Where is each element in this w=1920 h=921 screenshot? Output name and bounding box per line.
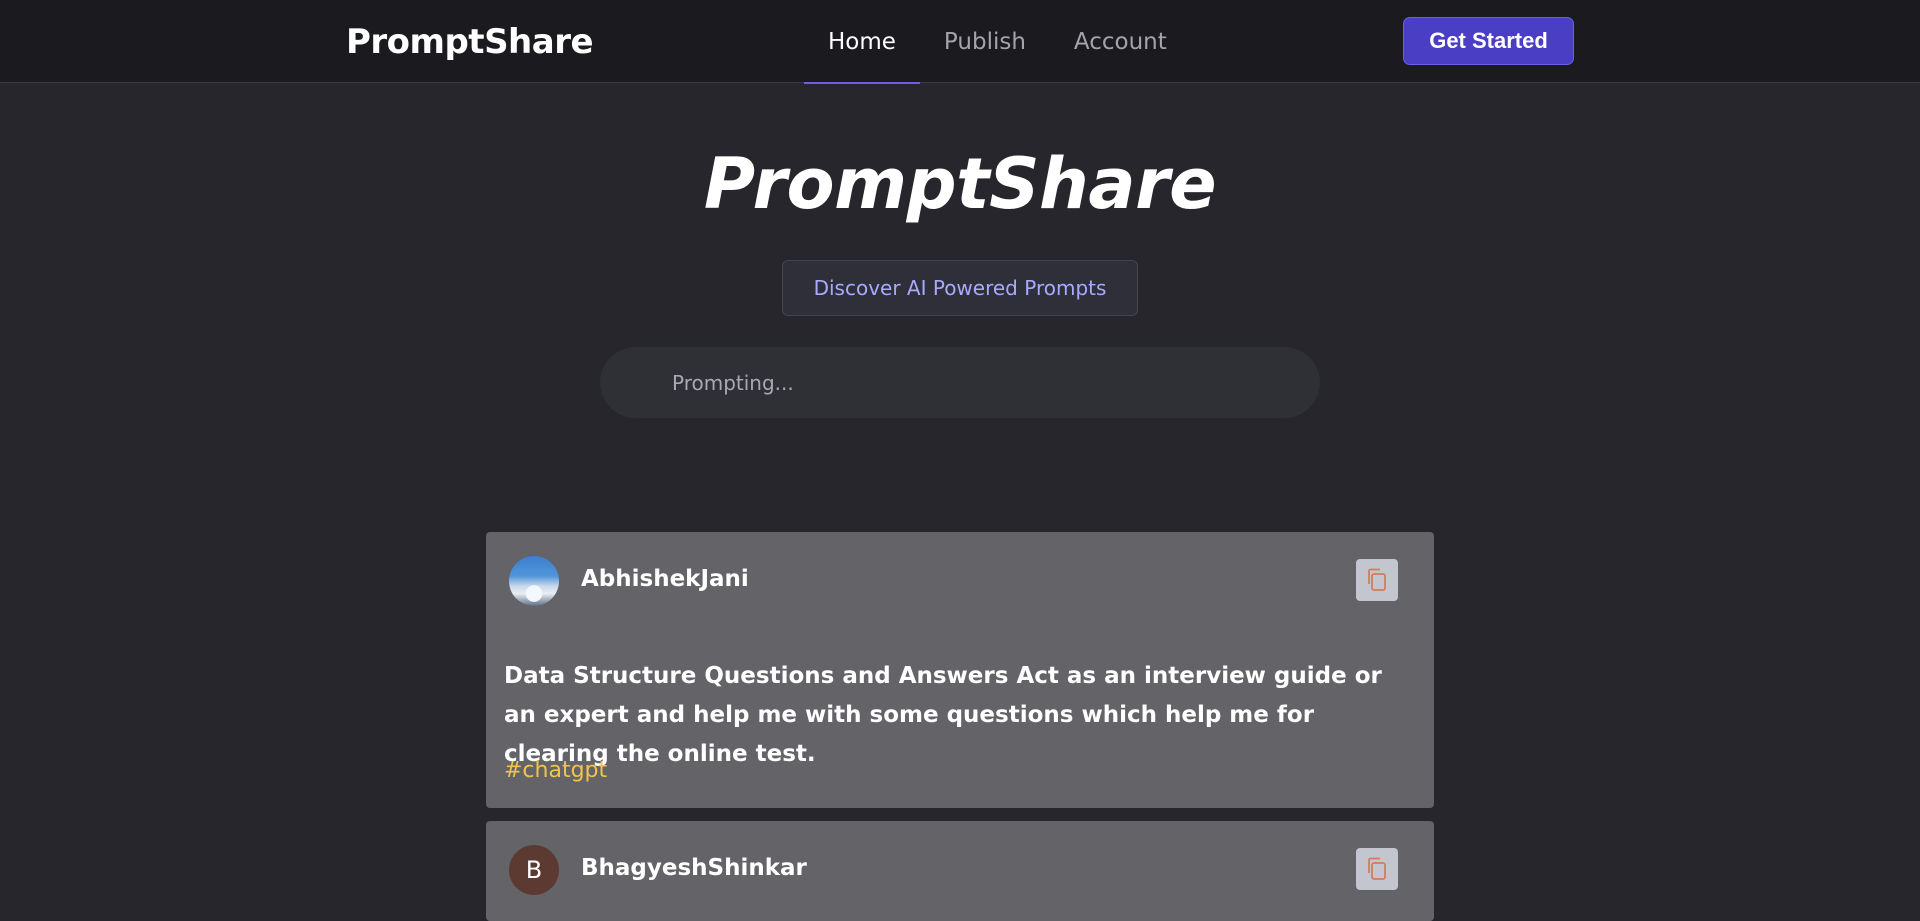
avatar[interactable] bbox=[509, 556, 559, 606]
post-username[interactable]: AbhishekJani bbox=[581, 566, 749, 592]
top-navbar: PromptShare Home Publish Account Get Sta… bbox=[0, 0, 1920, 84]
get-started-button[interactable]: Get Started bbox=[1403, 17, 1574, 65]
hero-title: PromptShare bbox=[703, 143, 1217, 225]
prompt-card: AbhishekJani Data Structure Questions an… bbox=[486, 532, 1434, 808]
brand-logo[interactable]: PromptShare bbox=[346, 22, 594, 62]
copy-button[interactable] bbox=[1356, 848, 1398, 890]
prompt-card: B BhagyeshShinkar bbox=[486, 821, 1434, 921]
nav-link-account[interactable]: Account bbox=[1050, 0, 1191, 83]
avatar[interactable]: B bbox=[509, 845, 559, 895]
copy-icon bbox=[1368, 857, 1386, 880]
prompt-tag[interactable]: #chatgpt bbox=[504, 758, 607, 783]
copy-button[interactable] bbox=[1356, 559, 1398, 601]
nav-link-publish[interactable]: Publish bbox=[920, 0, 1050, 83]
prompt-text: Data Structure Questions and Answers Act… bbox=[504, 663, 1382, 767]
search-input[interactable] bbox=[600, 347, 1320, 418]
copy-icon bbox=[1368, 568, 1386, 591]
post-username[interactable]: BhagyeshShinkar bbox=[581, 855, 807, 881]
hero-subtitle-badge: Discover AI Powered Prompts bbox=[782, 260, 1138, 316]
nav-links: Home Publish Account bbox=[804, 0, 1191, 84]
nav-link-home[interactable]: Home bbox=[804, 0, 920, 84]
